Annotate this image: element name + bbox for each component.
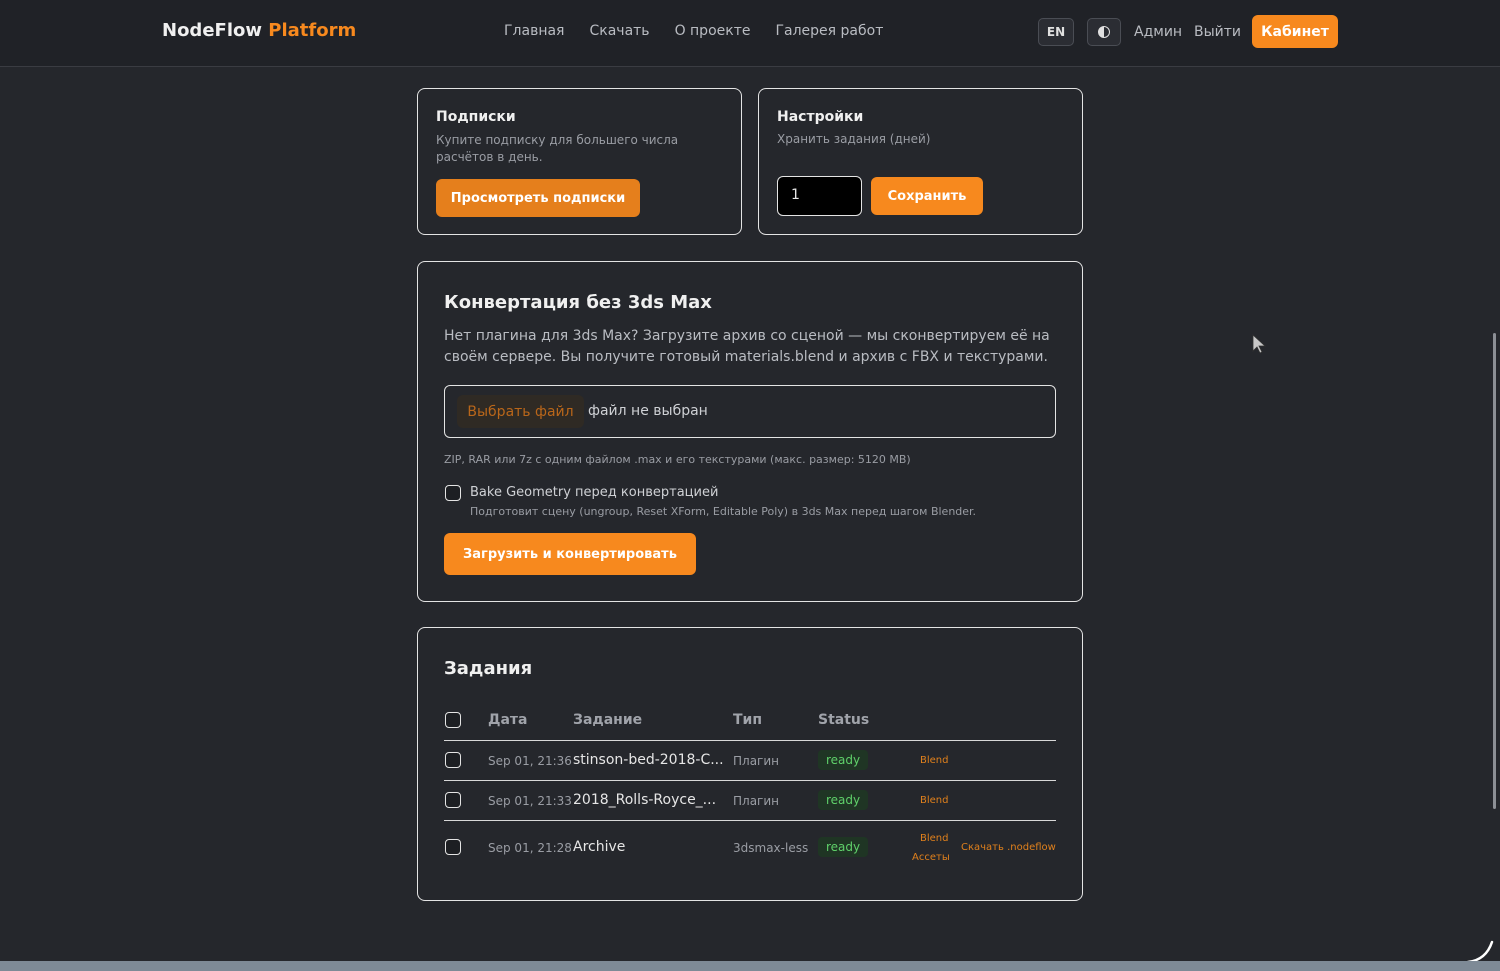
logout-link[interactable]: Выйти (1194, 24, 1241, 40)
row-date: Sep 01, 21:36 (488, 754, 572, 768)
brand-logo[interactable]: NodeFlow Platform (162, 20, 356, 41)
admin-link[interactable]: Админ (1134, 24, 1182, 40)
convert-title: Конвертация без 3ds Max (444, 292, 712, 313)
choose-file-button[interactable]: Выбрать файл (457, 395, 584, 428)
file-hint: ZIP, RAR или 7z с одним файлом .max и ег… (444, 453, 911, 466)
settings-card: Настройки Хранить задания (дней) 1 Сохра… (758, 88, 1083, 235)
file-upload-field[interactable]: Выбрать файл файл не выбран (444, 385, 1056, 438)
bake-geometry-label: Bake Geometry перед конвертацией (470, 485, 719, 500)
mouse-cursor-icon (1252, 334, 1267, 354)
row-type: Плагин (733, 754, 779, 768)
retention-days-input[interactable]: 1 (777, 176, 862, 216)
language-button[interactable]: EN (1038, 18, 1074, 46)
row-job-name[interactable]: 2018_Rolls-Royce_... (573, 792, 716, 808)
subscriptions-description: Купите подписку для большего числа расчё… (436, 133, 679, 164)
row-job-name[interactable]: stinson-bed-2018-C... (573, 752, 724, 768)
convert-description: Нет плагина для 3ds Max? Загрузите архив… (444, 328, 1050, 365)
settings-title: Настройки (777, 109, 864, 125)
jobs-card: Задания Дата Задание Тип Status Sep 01, … (417, 627, 1083, 901)
retention-label: Хранить задания (дней) (777, 132, 931, 146)
status-badge: ready (818, 837, 869, 857)
row-date: Sep 01, 21:33 (488, 794, 572, 808)
jobs-title: Задания (444, 658, 533, 679)
row-checkbox[interactable] (445, 792, 461, 808)
theme-toggle-button[interactable] (1087, 18, 1121, 46)
row-job-name[interactable]: Archive (573, 839, 625, 855)
subscriptions-card: Подписки Купите подписку для большего чи… (417, 88, 742, 235)
row-type: Плагин (733, 794, 779, 808)
column-status[interactable]: Status (818, 712, 869, 728)
blend-link[interactable]: Blend (920, 755, 948, 766)
nav-download[interactable]: Скачать (589, 23, 649, 39)
contrast-icon (1098, 26, 1110, 38)
assets-link[interactable]: Ассеты (912, 852, 950, 863)
column-date[interactable]: Дата (488, 712, 527, 728)
row-checkbox[interactable] (445, 839, 461, 855)
row-date: Sep 01, 21:28 (488, 841, 572, 855)
file-status: файл не выбран (588, 403, 708, 419)
page-scrollbar[interactable] (1493, 333, 1496, 809)
subscriptions-title: Подписки (436, 109, 516, 125)
column-type[interactable]: Тип (733, 712, 762, 728)
upload-convert-button[interactable]: Загрузить и конвертировать (444, 533, 696, 575)
bottom-bar (0, 961, 1500, 971)
view-subscriptions-button[interactable]: Просмотреть подписки (436, 179, 640, 217)
brand-accent: Platform (268, 20, 357, 41)
blend-link[interactable]: Blend (920, 795, 948, 806)
status-badge: ready (818, 750, 869, 770)
main-nav: Главная Скачать О проекте Галерея работ (504, 23, 908, 39)
table-divider (444, 740, 1056, 741)
brand-name: NodeFlow (162, 20, 262, 41)
nav-about[interactable]: О проекте (675, 23, 751, 39)
save-button[interactable]: Сохранить (871, 177, 983, 215)
download-nodeflow-link[interactable]: Скачать .nodeflow (961, 842, 1056, 853)
bake-geometry-hint: Подготовит сцену (ungroup, Reset XForm, … (470, 505, 977, 518)
nav-home[interactable]: Главная (504, 23, 564, 39)
cabinet-button[interactable]: Кабинет (1252, 15, 1338, 48)
status-badge: ready (818, 790, 869, 810)
table-divider (444, 820, 1056, 821)
top-header: NodeFlow Platform Главная Скачать О прое… (0, 0, 1500, 67)
blend-link[interactable]: Blend (920, 833, 948, 844)
column-job[interactable]: Задание (573, 712, 642, 728)
row-type: 3dsmax-less (733, 841, 809, 855)
table-divider (444, 780, 1056, 781)
row-checkbox[interactable] (445, 752, 461, 768)
select-all-checkbox[interactable] (445, 712, 461, 728)
bake-geometry-checkbox[interactable] (445, 485, 461, 501)
nav-gallery[interactable]: Галерея работ (775, 23, 883, 39)
convert-card: Конвертация без 3ds Max Нет плагина для … (417, 261, 1083, 602)
